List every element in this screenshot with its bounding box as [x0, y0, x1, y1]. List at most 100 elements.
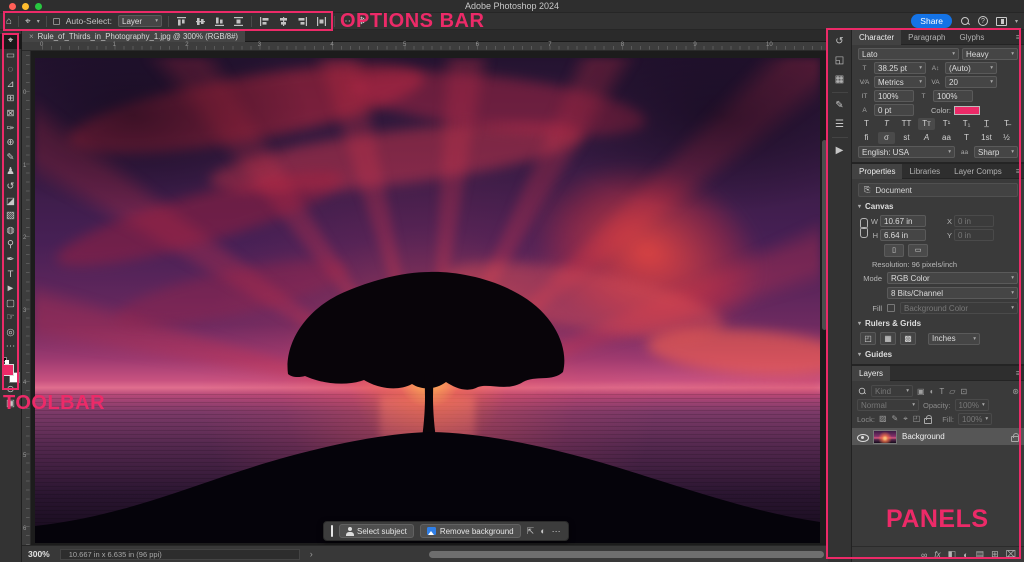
distribute-horizontal-icon[interactable]	[315, 15, 328, 28]
adjustments-icon[interactable]: ◐	[540, 526, 545, 536]
document-canvas[interactable]	[35, 58, 820, 543]
marquee-tool[interactable]: ▭	[0, 49, 22, 64]
lasso-tool[interactable]: ◌	[0, 63, 22, 78]
fill-checkbox[interactable]	[887, 304, 895, 312]
ot-ligatures-button[interactable]: fi	[858, 132, 875, 144]
healing-brush-tool[interactable]: ⊕	[0, 136, 22, 151]
quick-mask-button[interactable]: ⊙	[0, 383, 22, 397]
layer-row-background[interactable]: Background	[852, 428, 1024, 445]
ot-ordinals-button[interactable]: 1st	[978, 132, 995, 144]
auto-select-dropdown[interactable]: Layer	[118, 15, 162, 27]
toggle-grid-button[interactable]: ▦	[880, 332, 896, 345]
history-panel-icon[interactable]: ↺	[835, 36, 843, 47]
screen-mode-button[interactable]: ▣	[0, 397, 22, 411]
shape-layer-filter-icon[interactable]: ▱	[949, 387, 955, 396]
text-color-swatch[interactable]	[954, 106, 980, 115]
filter-toggle-icon[interactable]: ⊛	[1012, 387, 1019, 396]
adjustments-panel-icon[interactable]: ☰	[835, 119, 844, 130]
layer-group-icon[interactable]: ▤	[976, 549, 985, 560]
clone-stamp-tool[interactable]: ♟	[0, 165, 22, 180]
toggle-rulers-button[interactable]: ◰	[860, 332, 876, 345]
workspace-gear-icon[interactable]: ☸	[357, 13, 366, 30]
superscript-button[interactable]: T¹	[938, 118, 955, 130]
guides-section-header[interactable]: ▾ Guides	[858, 348, 1018, 360]
distribute-vertical-icon[interactable]	[232, 15, 245, 28]
taskbar-drag-handle[interactable]	[331, 525, 333, 537]
landscape-orientation-button[interactable]: ▭	[908, 244, 928, 257]
blur-tool[interactable]: ◍	[0, 224, 22, 239]
type-tool[interactable]: T	[0, 268, 22, 283]
share-button[interactable]: Share	[911, 14, 952, 28]
tab-layer-comps[interactable]: Layer Comps	[947, 164, 1009, 179]
new-layer-icon[interactable]: ⊞	[991, 549, 999, 560]
layer-filter-dropdown[interactable]: Kind	[871, 385, 913, 397]
faux-italic-button[interactable]: T	[878, 118, 895, 130]
ot-contextual-button[interactable]: σ	[878, 132, 895, 144]
link-layers-icon[interactable]: ∞	[921, 550, 927, 560]
width-field[interactable]: 10.67 in	[880, 215, 926, 227]
font-style-dropdown[interactable]: Heavy	[962, 48, 1018, 60]
ot-titling-button[interactable]: T	[958, 132, 975, 144]
kerning-dropdown[interactable]: Metrics	[874, 76, 926, 88]
lock-artboard-icon[interactable]: ◰	[913, 414, 921, 424]
more-options-icon[interactable]: ⋯	[341, 13, 351, 30]
smart-object-filter-icon[interactable]: ⊡	[960, 387, 967, 396]
layer-effects-icon[interactable]: fx	[934, 550, 940, 559]
align-bottom-edges-icon[interactable]	[213, 15, 226, 28]
align-vertical-centers-icon[interactable]	[194, 15, 207, 28]
dodge-tool[interactable]: ⚲	[0, 238, 22, 253]
eyedropper-tool[interactable]: ✑	[0, 122, 22, 137]
lock-all-icon[interactable]	[924, 418, 932, 424]
tab-glyphs[interactable]: Glyphs	[952, 30, 991, 45]
vertical-scale-field[interactable]: 100%	[874, 90, 914, 102]
layer-visibility-icon[interactable]	[857, 432, 868, 441]
subscript-button[interactable]: T₁	[958, 118, 975, 130]
align-left-edges-icon[interactable]	[258, 15, 271, 28]
panel-menu-icon[interactable]: ≡	[1016, 164, 1021, 179]
move-tool[interactable]: ⌖	[0, 34, 22, 49]
horizontal-scale-field[interactable]: 100%	[933, 90, 973, 102]
canvas-section-header[interactable]: ▾ Canvas	[858, 200, 1018, 212]
gradient-tool[interactable]: ▧	[0, 209, 22, 224]
eraser-tool[interactable]: ◪	[0, 195, 22, 210]
vertical-scrollbar[interactable]	[822, 140, 827, 330]
lock-transparency-icon[interactable]: ▨	[879, 414, 887, 424]
clone-source-panel-icon[interactable]: ◱	[835, 55, 844, 66]
strikethrough-button[interactable]: T̶	[998, 118, 1015, 130]
frame-tool[interactable]: ⊠	[0, 107, 22, 122]
align-right-edges-icon[interactable]	[296, 15, 309, 28]
anti-alias-dropdown[interactable]: Sharp	[974, 146, 1018, 158]
panel-menu-icon[interactable]: ≡	[1016, 30, 1021, 45]
workspace-switcher-icon[interactable]	[996, 17, 1007, 26]
tab-properties[interactable]: Properties	[852, 164, 902, 179]
underline-button[interactable]: T̲	[978, 118, 995, 130]
adjustment-layer-icon[interactable]: ◐	[963, 550, 968, 560]
ot-discretionary-button[interactable]: st	[898, 132, 915, 144]
toggle-pixel-grid-button[interactable]: ▩	[900, 332, 916, 345]
select-subject-button[interactable]: Select subject	[339, 524, 414, 538]
tab-layers[interactable]: Layers	[852, 366, 890, 381]
layer-mask-icon[interactable]: ◧	[948, 549, 957, 560]
all-caps-button[interactable]: TT	[898, 118, 915, 130]
pen-tool[interactable]: ✒	[0, 253, 22, 268]
portrait-orientation-button[interactable]: ▯	[884, 244, 904, 257]
brush-settings-panel-icon[interactable]: ✎	[835, 100, 843, 111]
font-family-dropdown[interactable]: Lato	[858, 48, 959, 60]
tool-preset-caret-icon[interactable]: ▾	[37, 18, 40, 25]
delete-layer-icon[interactable]: ⌧	[1006, 549, 1016, 560]
leading-dropdown[interactable]: (Auto)	[945, 62, 997, 74]
lock-image-icon[interactable]: ✎	[892, 414, 899, 424]
shape-tool[interactable]: ▢	[0, 297, 22, 312]
zoom-level[interactable]: 300%	[28, 549, 50, 559]
edit-toolbar-button[interactable]: ⋯	[0, 340, 22, 355]
adjustment-layer-filter-icon[interactable]: ◐	[930, 387, 935, 396]
ot-stylistic-button[interactable]: aa	[938, 132, 955, 144]
align-top-edges-icon[interactable]	[175, 15, 188, 28]
layer-locked-icon[interactable]	[1011, 436, 1019, 442]
libraries-panel-icon[interactable]: ▦	[835, 74, 844, 85]
faux-bold-button[interactable]: T	[858, 118, 875, 130]
rulers-grids-section-header[interactable]: ▾ Rulers & Grids	[858, 317, 1018, 329]
tab-character[interactable]: Character	[852, 30, 901, 45]
layer-fill-field[interactable]: 100%	[958, 413, 992, 425]
layer-thumbnail[interactable]	[873, 430, 897, 444]
